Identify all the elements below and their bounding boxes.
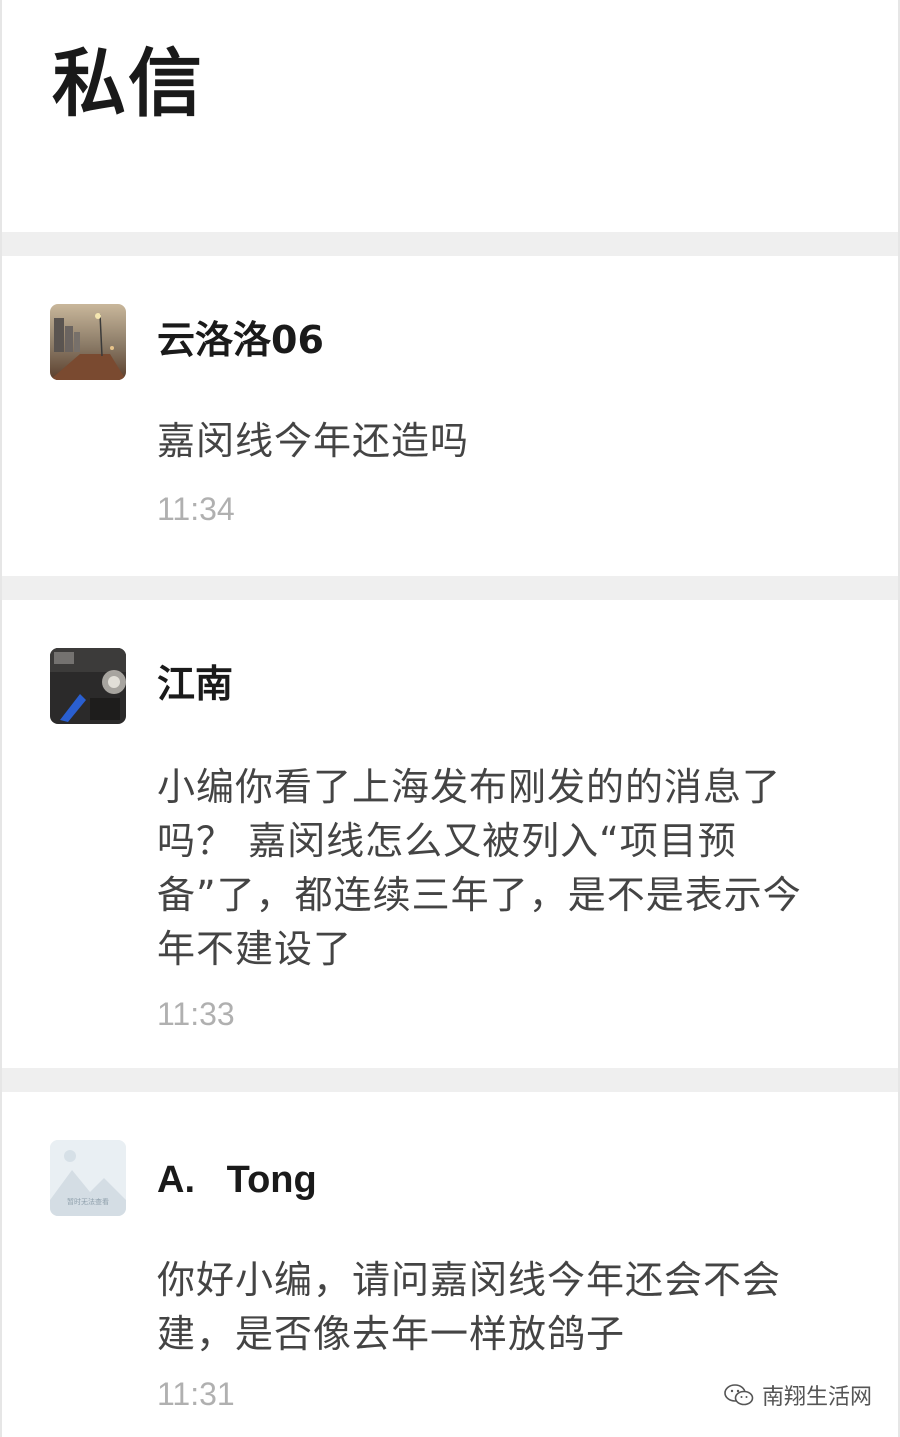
page-title: 私信 xyxy=(52,41,204,127)
message-time: 11:33 xyxy=(157,996,235,1032)
page: 私信 云洛洛06 嘉闵线今年还造吗 11:34 江南 小编你看了上海发布刚发的的… xyxy=(0,0,900,1437)
wechat-icon xyxy=(724,1384,754,1406)
header: 私信 xyxy=(2,0,898,232)
avatar[interactable] xyxy=(50,648,126,724)
street-photo-icon xyxy=(50,304,126,380)
message-time: 11:31 xyxy=(157,1376,235,1412)
sender-name: 云洛洛06 xyxy=(157,318,324,362)
message-time: 11:34 xyxy=(157,491,235,527)
message-item[interactable]: 云洛洛06 嘉闵线今年还造吗 11:34 xyxy=(2,256,898,576)
dark-photo-icon xyxy=(50,648,126,724)
divider xyxy=(2,232,898,256)
watermark: 南翔生活网 xyxy=(724,1379,872,1411)
sender-name: A. Tong xyxy=(157,1159,317,1201)
avatar-caption: 暂时无法查看 xyxy=(67,1197,109,1206)
message-text: 嘉闵线今年还造吗 xyxy=(157,419,470,463)
avatar[interactable] xyxy=(50,304,126,380)
sender-name: 江南 xyxy=(157,662,234,706)
message-text: 小编你看了上海发布刚发的的消息了吗？ 嘉闵线怎么又被列入“项目预备”了，都连续三… xyxy=(157,765,802,971)
divider xyxy=(2,576,898,600)
message-text: 你好小编，请问嘉闵线今年还会不会建，是否像去年一样放鸽子 xyxy=(157,1258,782,1356)
divider xyxy=(2,1068,898,1092)
watermark-label: 南翔生活网 xyxy=(761,1385,872,1410)
image-placeholder-icon: 暂时无法查看 xyxy=(50,1140,126,1216)
avatar[interactable]: 暂时无法查看 xyxy=(50,1140,126,1216)
message-item[interactable]: 江南 小编你看了上海发布刚发的的消息了吗？ 嘉闵线怎么又被列入“项目预备”了，都… xyxy=(2,600,898,1068)
